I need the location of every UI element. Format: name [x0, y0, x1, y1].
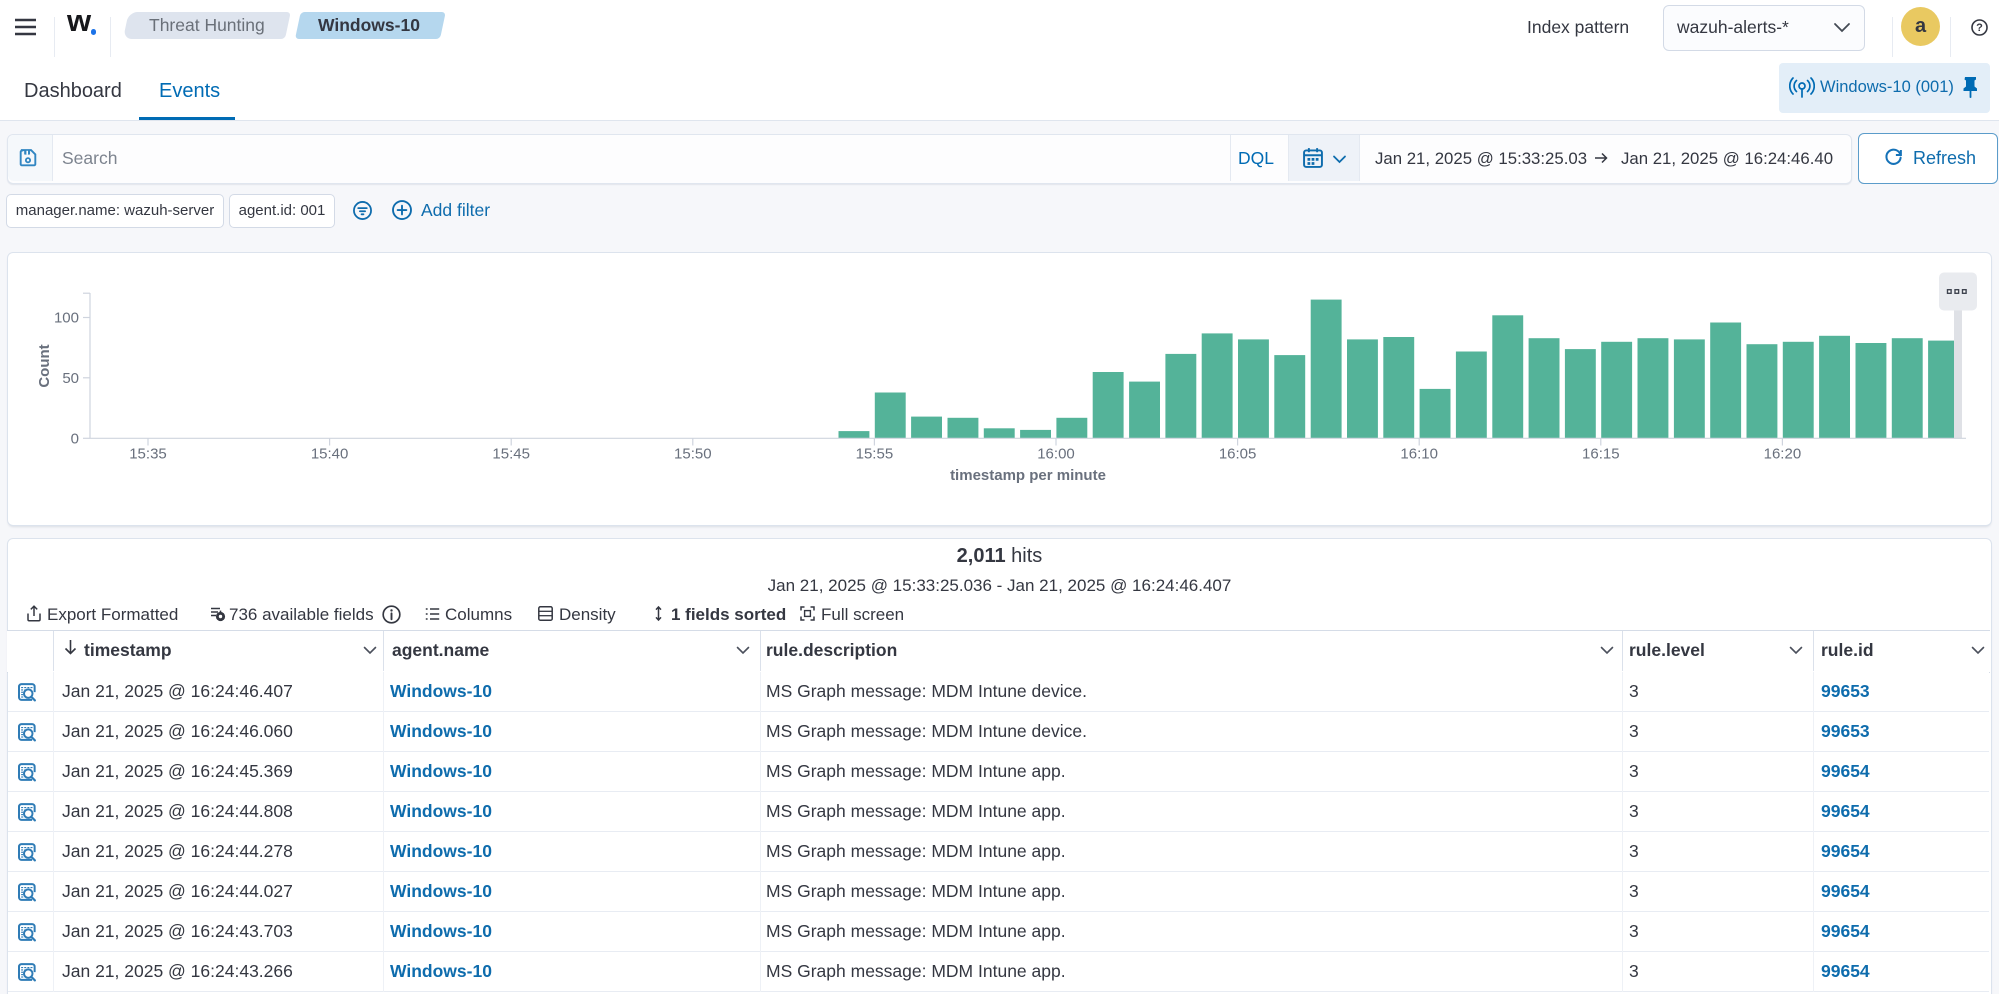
- svg-text:16:05: 16:05: [1219, 446, 1257, 463]
- svg-text:16:15: 16:15: [1582, 446, 1620, 463]
- svg-text:?: ?: [1976, 22, 1983, 34]
- svg-text:0: 0: [71, 430, 79, 447]
- svg-text:50: 50: [62, 370, 79, 387]
- svg-text:16:20: 16:20: [1764, 446, 1802, 463]
- svg-text:timestamp per minute: timestamp per minute: [950, 467, 1106, 484]
- svg-text:15:55: 15:55: [856, 446, 894, 463]
- svg-text:16:00: 16:00: [1037, 446, 1075, 463]
- svg-text:15:50: 15:50: [674, 446, 712, 463]
- svg-text:15:45: 15:45: [492, 446, 530, 463]
- svg-text:15:35: 15:35: [129, 446, 167, 463]
- svg-text:15:40: 15:40: [311, 446, 349, 463]
- svg-text:100: 100: [54, 310, 79, 327]
- svg-text:16:10: 16:10: [1400, 446, 1438, 463]
- svg-text:Count: Count: [36, 344, 53, 387]
